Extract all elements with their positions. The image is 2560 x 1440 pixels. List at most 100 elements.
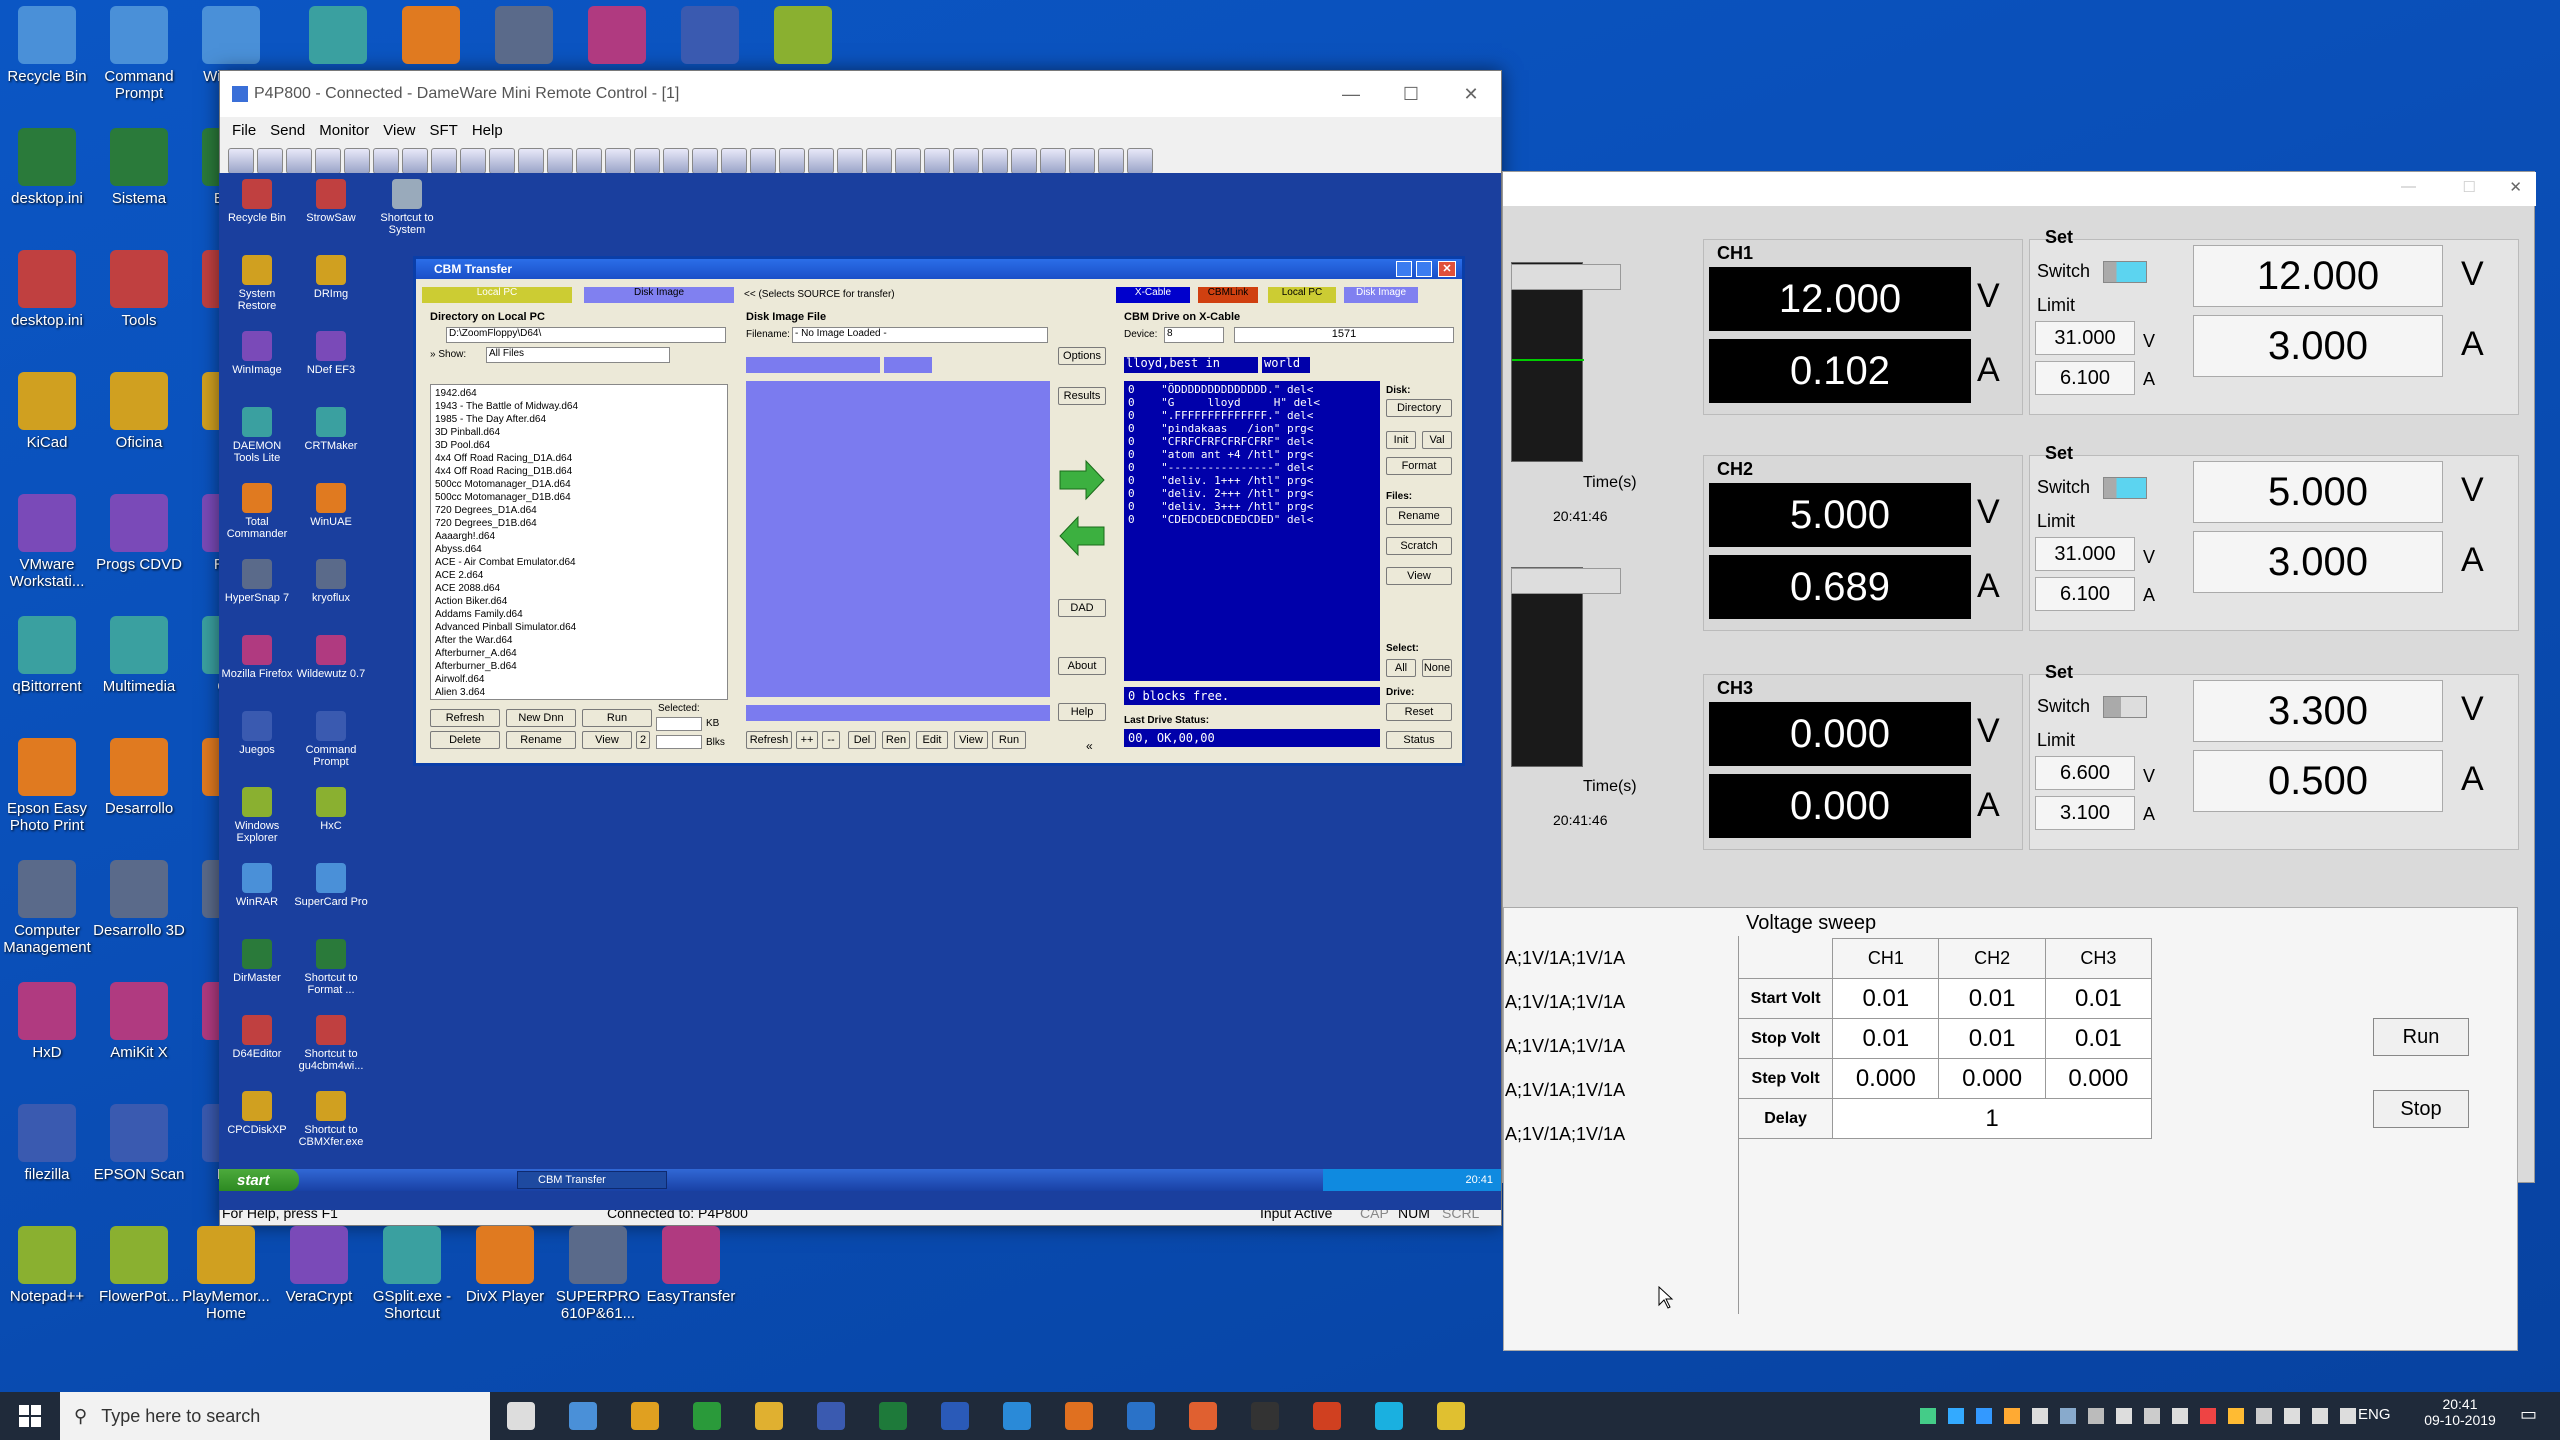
list-item[interactable]: Airwolf.d64 [435, 673, 723, 686]
center_btns-2-button[interactable]: DAD [1058, 599, 1106, 617]
taskbar-app-12[interactable] [1234, 1392, 1296, 1440]
dir-entry[interactable]: 0 "deliv. 2+++ /htl" prg< [1128, 487, 1376, 500]
toolbar-button-19[interactable] [779, 147, 805, 174]
sweep-cell[interactable]: 0.01 [1938, 978, 2046, 1019]
mid_btns-6-button[interactable]: View [954, 731, 988, 749]
maximize-icon[interactable]: ☐ [1381, 71, 1441, 117]
dir-entry[interactable]: 0 "atom ant +4 /htl" prg< [1128, 448, 1376, 461]
select-none-button[interactable]: None [1422, 659, 1452, 677]
center_btns-1-button[interactable]: Results [1058, 387, 1106, 405]
toolbar-button-2[interactable] [286, 147, 312, 174]
directory-button[interactable]: Directory [1386, 399, 1452, 417]
left_btns-3-button[interactable]: Delete [430, 731, 500, 749]
mid_btns-7-button[interactable]: Run [992, 731, 1026, 749]
disk-image-list[interactable] [746, 381, 1050, 697]
list-item[interactable]: Afterburner_B.d64 [435, 660, 723, 673]
toolbar-button-12[interactable] [576, 147, 602, 174]
channel-switch-toggle[interactable] [2103, 696, 2147, 718]
taskbar-app-3[interactable] [676, 1392, 738, 1440]
tab-disk-image-right[interactable]: Disk Image [1344, 287, 1418, 303]
xp-start-button[interactable]: start [219, 1169, 299, 1191]
psu-close-icon[interactable]: ✕ [2509, 178, 2522, 196]
mid_btns-3-button[interactable]: Del [848, 731, 876, 749]
list-item[interactable]: 3D Pinball.d64 [435, 426, 723, 439]
tray-icon-13[interactable] [2284, 1408, 2300, 1424]
list-item[interactable]: 4x4 Off Road Racing_D1B.d64 [435, 465, 723, 478]
remote-icon-icons_col1-1[interactable]: System Restore [219, 255, 295, 312]
psu-minimize-icon[interactable]: — [2401, 178, 2416, 195]
list-item[interactable]: Afterburner_A.d64 [435, 647, 723, 660]
limit-voltage-field[interactable]: 31.000 [2035, 537, 2135, 571]
limit-current-field[interactable]: 6.100 [2035, 577, 2135, 611]
taskbar-app-7[interactable] [924, 1392, 986, 1440]
language-indicator[interactable]: ENG [2358, 1406, 2391, 1423]
left_btns-0-button[interactable]: Refresh [430, 709, 500, 727]
taskbar-app-11[interactable] [1172, 1392, 1234, 1440]
device-select[interactable]: 8 [1164, 327, 1224, 343]
dameware-titlebar[interactable]: P4P800 - Connected - DameWare Mini Remot… [220, 71, 1501, 117]
toolbar-button-6[interactable] [402, 147, 428, 174]
desktop-top-icon-0[interactable] [290, 6, 386, 68]
list-item[interactable]: 500cc Motomanager_D1A.d64 [435, 478, 723, 491]
run-button[interactable]: Run [2373, 1018, 2469, 1056]
sweep-cell[interactable]: 0.01 [2044, 978, 2153, 1019]
desktop-top-icon-5[interactable] [755, 6, 851, 68]
cbm-minimize-icon[interactable] [1396, 261, 1412, 277]
menu-view[interactable]: View [383, 122, 415, 139]
remote-icon-icons_col1-7[interactable]: Juegos [219, 711, 295, 756]
taskbar-app-2[interactable] [614, 1392, 676, 1440]
dir-entry[interactable]: 0 "deliv. 1+++ /htl" prg< [1128, 474, 1376, 487]
cbm-transfer-window[interactable]: CBM Transfer ✕ Local PC Disk Image << (S… [413, 256, 1465, 766]
sweep-cell[interactable]: 0.01 [2044, 1018, 2153, 1059]
toolbar-button-13[interactable] [605, 147, 631, 174]
list-item[interactable]: Aaaargh!.d64 [435, 530, 723, 543]
stop-button[interactable]: Stop [2373, 1090, 2469, 1128]
remote-icon-icons_col2-10[interactable]: Shortcut to Format ... [293, 939, 369, 996]
desktop-bottom-icon-0[interactable]: PlayMemor... Home [178, 1226, 274, 1322]
remote-icon-icons_col2-8[interactable]: HxC [293, 787, 369, 832]
tray-icon-4[interactable] [2032, 1408, 2048, 1424]
set-voltage-field[interactable]: 3.300 [2193, 680, 2443, 742]
psu-titlebar[interactable]: — ☐ ✕ [1503, 172, 2536, 206]
taskbar-app-8[interactable] [986, 1392, 1048, 1440]
list-item[interactable]: Alien 3.d64 [435, 686, 723, 699]
dir-entry[interactable]: 0 "pindakaas /ion" prg< [1128, 422, 1376, 435]
taskbar-app-5[interactable] [800, 1392, 862, 1440]
arrow-left-icon[interactable] [1058, 515, 1106, 557]
center_btns-0-button[interactable]: Options [1058, 347, 1106, 365]
toolbar-button-5[interactable] [373, 147, 399, 174]
set-voltage-field[interactable]: 12.000 [2193, 245, 2443, 307]
toolbar-button-22[interactable] [866, 147, 892, 174]
set-current-field[interactable]: 3.000 [2193, 531, 2443, 593]
tab-local-pc-right[interactable]: Local PC [1268, 287, 1336, 303]
toolbar-button-4[interactable] [344, 147, 370, 174]
xp-task-cbm[interactable]: CBM Transfer [517, 1171, 667, 1189]
tray-icon-11[interactable] [2228, 1408, 2244, 1424]
remote-icon-icons_col2-1[interactable]: DRImg [293, 255, 369, 300]
scratch-button[interactable]: Scratch [1386, 537, 1452, 555]
tray-icon-3[interactable] [2004, 1408, 2020, 1424]
remote-icon-icons_col2-3[interactable]: CRTMaker [293, 407, 369, 452]
graph-toolbar-1[interactable] [1511, 264, 1621, 290]
toolbar-button-9[interactable] [489, 147, 515, 174]
mid_btns-2-button[interactable]: -- [822, 731, 840, 749]
channel-switch-toggle[interactable] [2103, 261, 2147, 283]
tray-icon-10[interactable] [2200, 1408, 2216, 1424]
list-item[interactable]: 720 Degrees_D1B.d64 [435, 517, 723, 530]
list-item[interactable]: 1942.d64 [435, 387, 723, 400]
center_btns-4-button[interactable]: Help [1058, 703, 1106, 721]
format-button[interactable]: Format [1386, 457, 1452, 475]
list-item[interactable]: 720 Degrees_D1A.d64 [435, 504, 723, 517]
remote-icon-icons_col2-11[interactable]: Shortcut to gu4cbm4wi... [293, 1015, 369, 1072]
dir-path-field[interactable]: D:\ZoomFloppy\D64\ [446, 327, 726, 343]
tray-icon-14[interactable] [2312, 1408, 2328, 1424]
toolbar-button-15[interactable] [663, 147, 689, 174]
remote-icon-icons_col1-3[interactable]: DAEMON Tools Lite [219, 407, 295, 464]
menu-help[interactable]: Help [472, 122, 503, 139]
dir-entry[interactable]: 0 "----------------" del< [1128, 461, 1376, 474]
remote-icon-icons_col1-10[interactable]: DirMaster [219, 939, 295, 984]
left_btns-4-button[interactable]: Rename [506, 731, 576, 749]
toolbar-button-27[interactable] [1011, 147, 1037, 174]
toolbar-button-23[interactable] [895, 147, 921, 174]
tray-icon-8[interactable] [2144, 1408, 2160, 1424]
